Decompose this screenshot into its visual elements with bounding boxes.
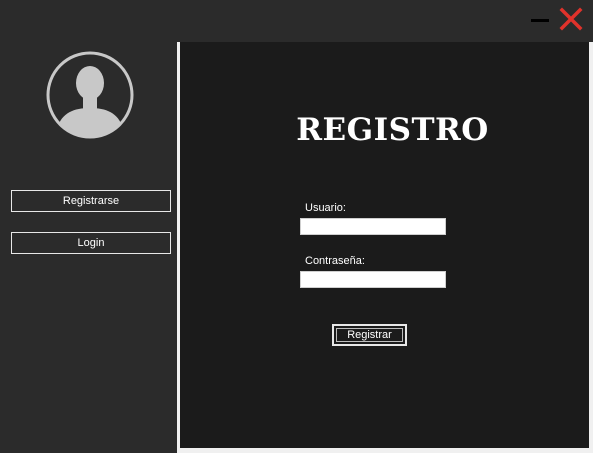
username-field[interactable] <box>300 218 446 235</box>
registrarse-label: Registrarse <box>62 195 120 207</box>
panel-right-border <box>589 42 593 453</box>
password-label: Contraseña: <box>305 255 365 267</box>
app-window: Registrarse Login REGISTRO Usuario: Cont… <box>0 0 593 453</box>
registrar-button[interactable]: Registrar <box>332 324 407 346</box>
minimize-button[interactable] <box>528 8 552 32</box>
close-button[interactable] <box>558 6 584 32</box>
login-button[interactable]: Login <box>11 232 171 254</box>
password-field[interactable] <box>300 271 446 288</box>
page-title: REGISTRO <box>296 112 489 148</box>
panel-bottom-border <box>180 448 593 453</box>
register-panel: REGISTRO Usuario: Contraseña: Registrar <box>180 42 589 448</box>
sidebar: Registrarse Login <box>0 42 177 453</box>
user-avatar-icon <box>45 50 135 140</box>
title-bar <box>0 0 593 42</box>
registrar-label: Registrar <box>336 328 403 342</box>
close-icon <box>559 7 583 31</box>
username-label: Usuario: <box>305 202 346 214</box>
login-label: Login <box>77 237 105 249</box>
minimize-icon <box>531 19 549 22</box>
registrarse-button[interactable]: Registrarse <box>11 190 171 212</box>
